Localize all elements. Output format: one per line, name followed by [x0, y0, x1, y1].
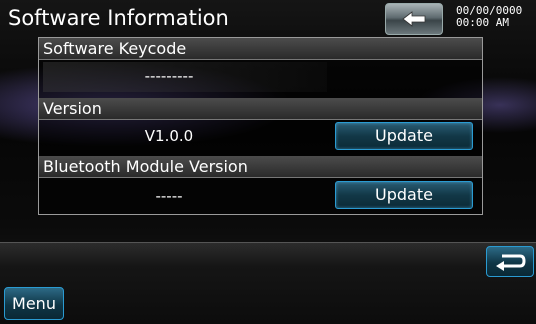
software-keycode-value: ---------: [144, 67, 194, 85]
version-update-button[interactable]: Update: [335, 122, 473, 150]
back-button[interactable]: [385, 3, 443, 35]
version-value: V1.0.0: [144, 127, 194, 145]
menu-button[interactable]: Menu: [4, 287, 64, 320]
bluetooth-module-version-value: -----: [155, 187, 183, 205]
bluetooth-update-button[interactable]: Update: [335, 181, 473, 209]
floor-divider: [0, 242, 536, 243]
software-info-panel: Software Keycode --------- Version V1.0.…: [38, 37, 483, 215]
floor-area: [0, 242, 536, 324]
return-button[interactable]: [486, 246, 534, 277]
version-label: Version: [39, 98, 482, 120]
left-arrow-icon: [402, 11, 426, 27]
bluetooth-module-version-label: Bluetooth Module Version: [39, 156, 482, 178]
return-arrow-icon: [496, 254, 526, 271]
clock: 00/00/0000 00:00 AM: [456, 5, 522, 29]
clock-time: 00:00 AM: [456, 16, 509, 29]
software-keycode-label: Software Keycode: [39, 38, 482, 60]
page-title: Software Information: [8, 6, 229, 30]
